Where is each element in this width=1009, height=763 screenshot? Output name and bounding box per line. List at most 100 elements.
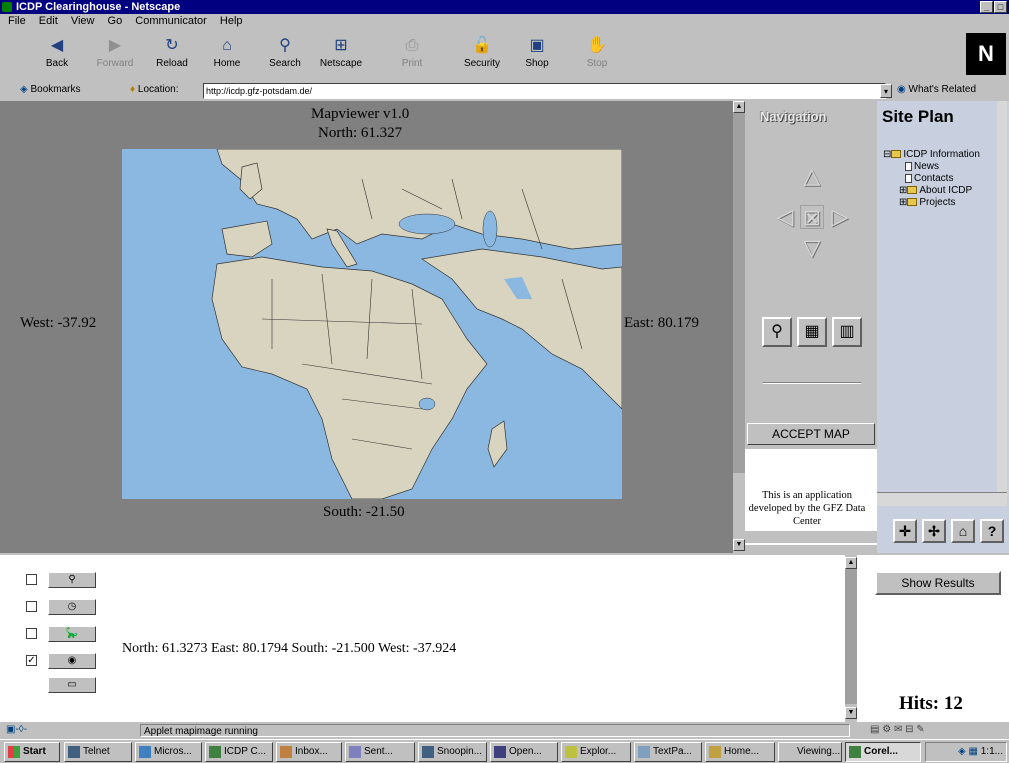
home-tree-button[interactable]: ⌂	[951, 519, 975, 543]
taskbar-item[interactable]: Telnet	[64, 742, 132, 762]
location-label: ♦ Location:	[130, 84, 179, 95]
tree-item-icdp-information[interactable]: ⊟ ICDP Information	[883, 149, 980, 160]
taskbar-item[interactable]: Viewing...	[778, 742, 842, 762]
expand-all-button[interactable]: ✛	[893, 519, 917, 543]
site-vertical-scrollbar[interactable]	[997, 101, 1007, 492]
tree-item-contacts[interactable]: Contacts	[905, 173, 953, 184]
netscape-button[interactable]: ⊞ Netscape	[314, 32, 368, 78]
taskbar-item[interactable]: ICDP C...	[205, 742, 273, 762]
tree-item-projects[interactable]: ⊞ Projects	[899, 197, 956, 208]
help-button[interactable]: ?	[980, 519, 1004, 543]
layer-checkbox-fossil[interactable]	[26, 628, 37, 639]
pan-south-icon[interactable]: ▽	[800, 236, 824, 260]
stop-button[interactable]: ✋ Stop	[570, 32, 624, 78]
results-panel: Show Results Hits: 12	[857, 555, 1009, 722]
search-button[interactable]: ⚲ Search	[258, 32, 312, 78]
tray-icons[interactable]: ◈ ▦	[958, 746, 978, 757]
pan-east-icon[interactable]: ▷	[828, 205, 852, 229]
scroll-thumb[interactable]	[845, 569, 857, 704]
location-icon: ♦	[130, 84, 136, 95]
menu-file[interactable]: File	[8, 15, 26, 27]
scroll-up-button[interactable]: ▲	[845, 557, 857, 569]
layer-checkbox-search[interactable]	[26, 574, 37, 585]
app-icon	[209, 746, 221, 758]
component-icons[interactable]: ▤ ⚙ ✉ ⊟ ✎	[870, 724, 925, 735]
whats-related-button[interactable]: ◉ What's Related	[897, 84, 976, 95]
taskbar-item[interactable]: Sent...	[345, 742, 415, 762]
scroll-up-button[interactable]: ▲	[733, 101, 745, 113]
site-horizontal-scrollbar[interactable]	[877, 492, 1007, 506]
layer-button-fossil[interactable]: 🦕	[48, 626, 96, 642]
world-map-image[interactable]	[122, 149, 622, 499]
back-button[interactable]: ◀ Back	[30, 32, 84, 78]
site-plan-title: Site Plan	[882, 107, 954, 126]
minimize-button[interactable]: _	[980, 1, 993, 13]
accept-map-button[interactable]: ACCEPT MAP	[747, 423, 875, 445]
scroll-thumb[interactable]	[733, 113, 745, 473]
location-bar: ◈ Bookmarks ♦ Location: ▾ ◉ What's Relat…	[0, 81, 1009, 101]
netscape-icon: ⊞	[334, 37, 348, 54]
maximize-button[interactable]: □	[994, 1, 1007, 13]
app-icon	[782, 746, 794, 758]
security-button[interactable]: 🔓 Security	[455, 32, 509, 78]
north-coordinate: North: 61.327	[318, 125, 403, 141]
app-icon	[349, 746, 361, 758]
layer-button-time[interactable]: ◷	[48, 599, 96, 615]
status-bar: ▣-◊- Applet mapimage running ▤ ⚙ ✉ ⊟ ✎	[0, 722, 1009, 739]
taskbar-item[interactable]: Corel...	[845, 742, 921, 762]
menu-go[interactable]: Go	[108, 15, 123, 27]
taskbar-item[interactable]: Micros...	[135, 742, 202, 762]
bookmarks-button[interactable]: ◈ Bookmarks	[20, 84, 81, 95]
app-icon	[68, 746, 80, 758]
print-button[interactable]: ⎙ Print	[385, 32, 439, 78]
taskbar-item[interactable]: TextPa...	[634, 742, 702, 762]
url-input[interactable]	[203, 83, 886, 99]
center-map-icon[interactable]: ⊠	[800, 205, 824, 230]
taskbar-item[interactable]: Explor...	[561, 742, 631, 762]
taskbar-item[interactable]: Home...	[705, 742, 775, 762]
layer-checkbox-time[interactable]	[26, 601, 37, 612]
app-icon	[422, 746, 434, 758]
layer-button-search[interactable]: ⚲	[48, 572, 96, 588]
home-icon: ⌂	[958, 523, 968, 539]
full-extent-button[interactable]: ▦	[797, 317, 827, 347]
netscape-logo[interactable]: N	[966, 33, 1006, 75]
app-icon	[2, 2, 12, 12]
menu-communicator[interactable]: Communicator	[135, 15, 207, 27]
menu-edit[interactable]: Edit	[39, 15, 58, 27]
query-vertical-scrollbar[interactable]: ▲ ▼	[845, 555, 857, 722]
start-button[interactable]: Start	[4, 742, 60, 762]
tree-item-about-icdp[interactable]: ⊞ About ICDP	[899, 185, 972, 196]
map-vertical-scrollbar[interactable]: ▲ ▼	[733, 101, 745, 553]
taskbar-item[interactable]: Snoopin...	[418, 742, 487, 762]
menu-view[interactable]: View	[71, 15, 95, 27]
shop-button[interactable]: ▣ Shop	[510, 32, 564, 78]
site-plan-panel: Site Plan ⊟ ICDP Information News Contact…	[877, 101, 1009, 553]
reset-button[interactable]: ▥	[832, 317, 862, 347]
folder-icon	[907, 186, 918, 195]
url-dropdown-button[interactable]: ▾	[880, 84, 892, 98]
home-icon: ⌂	[222, 37, 232, 54]
collapse-button[interactable]: ✢	[922, 519, 946, 543]
taskbar-item[interactable]: Open...	[490, 742, 558, 762]
scroll-down-button[interactable]: ▼	[845, 707, 857, 719]
show-results-button[interactable]: Show Results	[875, 571, 1001, 595]
home-button[interactable]: ⌂ Home	[200, 32, 254, 78]
south-coordinate: South: -21.50	[323, 504, 405, 520]
zoom-in-button[interactable]: ⚲	[762, 317, 792, 347]
menu-help[interactable]: Help	[220, 15, 243, 27]
forward-button[interactable]: ▶ Forward	[88, 32, 142, 78]
map-viewer-panel: Mapviewer v1.0 North: 61.327 West: -37.9…	[0, 101, 733, 553]
pan-north-icon[interactable]: △	[800, 164, 824, 188]
clock: 1:1...	[980, 746, 1003, 757]
pan-west-icon[interactable]: ◁	[773, 205, 797, 229]
folder-icon	[907, 198, 918, 207]
reload-button[interactable]: ↻ Reload	[145, 32, 199, 78]
info-horizontal-scrollbar[interactable]	[745, 531, 877, 543]
scroll-down-button[interactable]: ▼	[733, 539, 745, 551]
layer-button-area[interactable]: ▭	[48, 677, 96, 693]
layer-checkbox-geo[interactable]: ✓	[26, 655, 37, 666]
layer-button-geo[interactable]: ◉	[48, 653, 96, 669]
tree-item-news[interactable]: News	[905, 161, 939, 172]
taskbar-item[interactable]: Inbox...	[276, 742, 342, 762]
